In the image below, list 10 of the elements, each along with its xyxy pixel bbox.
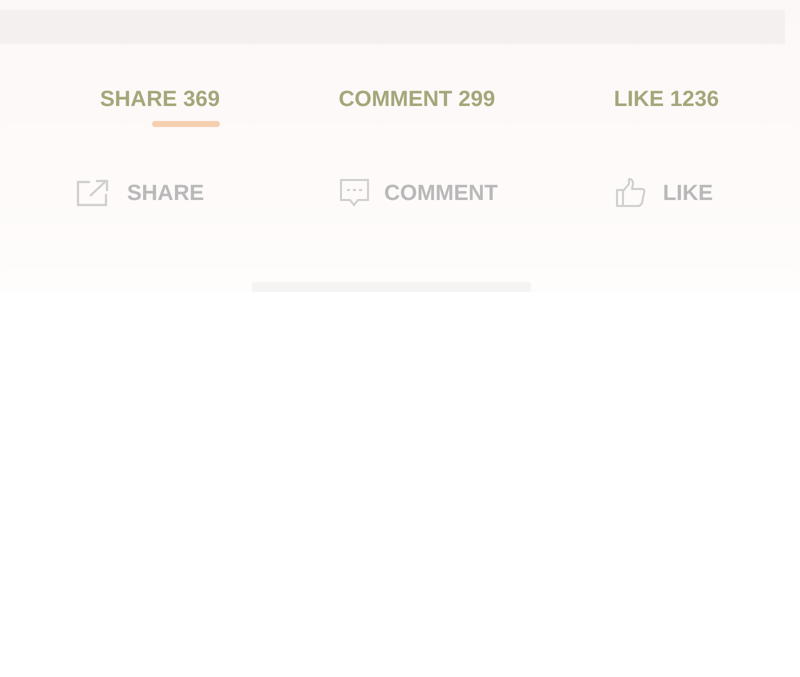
stat-tab[interactable]: COMMENT 299 [338,86,496,127]
comment-button[interactable]: COMMENT [339,178,498,207]
share-button[interactable]: SHARE [76,178,204,206]
thumbs-up-icon [614,177,646,208]
tab-underline [152,121,220,127]
like-button[interactable]: LIKE [614,177,713,208]
comment-icon [339,178,370,207]
stat-tab[interactable]: SHARE 369 [100,86,220,127]
stat-tab[interactable]: LIKE 1236 [614,86,719,127]
share-icon [76,178,109,206]
